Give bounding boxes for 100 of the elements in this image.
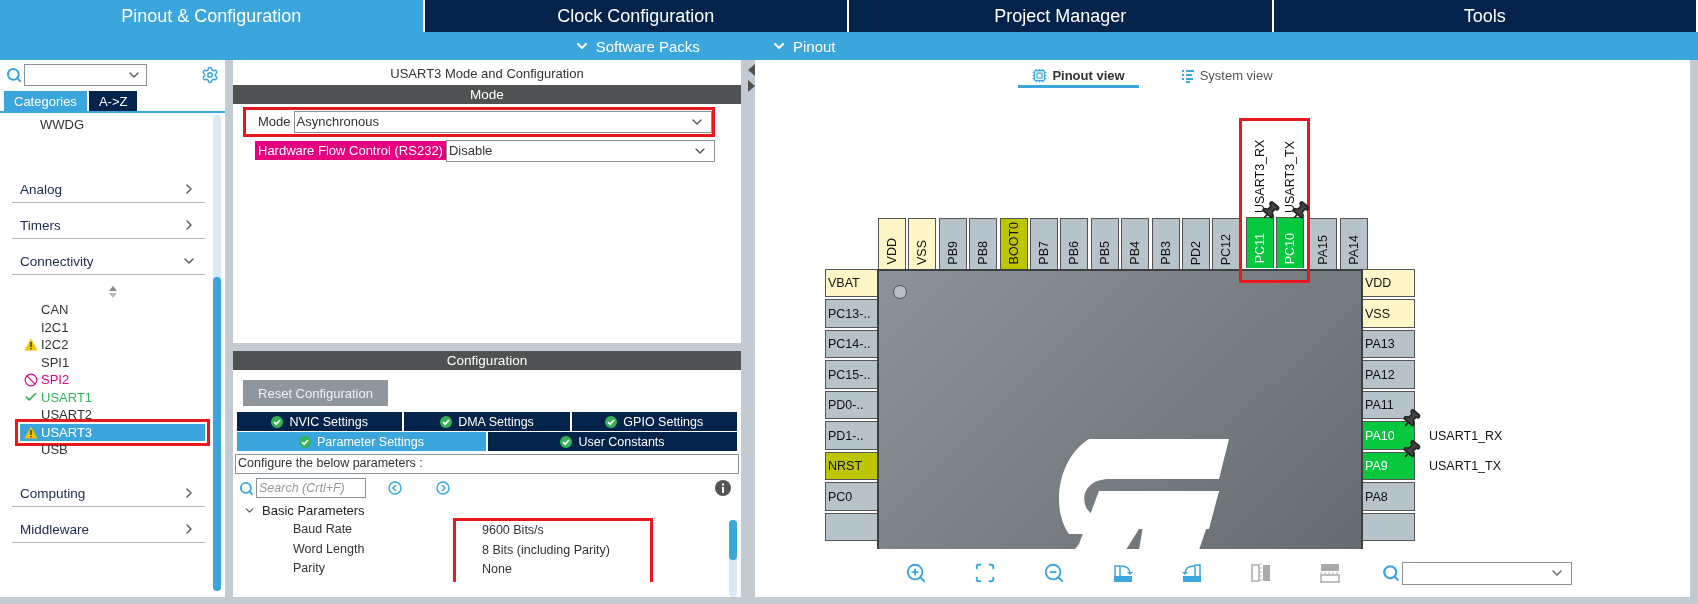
pin[interactable]: PB8 <box>969 217 998 269</box>
sort-icon[interactable] <box>107 285 118 299</box>
search-combobox[interactable] <box>1402 561 1572 585</box>
pin[interactable]: PC0 <box>825 482 877 511</box>
pin[interactable]: PB6 <box>1060 217 1089 269</box>
mode-select[interactable]: Disable <box>445 139 715 162</box>
category-label: Middleware <box>20 521 90 537</box>
pin[interactable]: PC13-.. <box>825 299 877 328</box>
pin[interactable]: BOOT0 <box>999 217 1028 269</box>
collapse-arrow-icon[interactable] <box>748 80 755 92</box>
settings-tab[interactable]: User Constants <box>488 432 737 451</box>
flip-horizontal-icon <box>1250 562 1272 585</box>
peripheral-item[interactable]: USB <box>20 441 205 459</box>
peripheral-item[interactable]: I2C1 <box>20 318 205 336</box>
category-row[interactable]: Computing <box>12 470 205 507</box>
settings-tab[interactable]: DMA Settings <box>404 412 570 431</box>
main-tab[interactable]: Project Manager <box>849 0 1274 32</box>
pin[interactable]: VBAT <box>825 268 877 298</box>
category-row[interactable]: Middleware <box>12 506 205 543</box>
group-label: Basic Parameters <box>262 502 365 518</box>
pin[interactable]: PB9 <box>938 217 967 269</box>
pin[interactable]: PB5 <box>1090 217 1119 269</box>
pin[interactable]: VDD <box>878 217 906 269</box>
pin[interactable]: PA13 <box>1363 329 1415 359</box>
pin[interactable]: PA15 <box>1309 217 1338 269</box>
grid-icon <box>1180 68 1195 83</box>
parameter-value[interactable]: 8 Bits (including Parity) <box>482 540 610 560</box>
info-icon[interactable] <box>715 480 731 496</box>
pin[interactable]: VDD <box>1363 268 1415 298</box>
pin[interactable]: PA8 <box>1363 482 1415 511</box>
collapse-arrow-icon[interactable] <box>748 64 755 76</box>
signal-label: USART3_TX <box>1283 139 1298 213</box>
sidebar-item[interactable]: WWDG <box>12 113 205 167</box>
peripheral-item[interactable]: SPI2 <box>20 371 205 389</box>
parameter-name: Parity <box>293 560 326 577</box>
category-label: Computing <box>20 485 86 501</box>
pin[interactable]: PB7 <box>1029 217 1058 269</box>
peripheral-item[interactable]: CAN <box>20 301 205 319</box>
scrollbar[interactable] <box>729 520 737 597</box>
view-tab[interactable]: Pinout view <box>1018 66 1139 88</box>
peripheral-item[interactable]: SPI1 <box>20 353 205 371</box>
peripheral-item[interactable]: I2C2 <box>20 336 205 354</box>
pin-one-marker <box>893 284 907 299</box>
pin[interactable]: PD1-.. <box>825 421 877 450</box>
pin[interactable]: PA14 <box>1339 217 1368 269</box>
parameter-value[interactable]: 9600 Bits/s <box>482 521 610 541</box>
search-field[interactable]: Search (Crtl+F) <box>256 478 366 498</box>
category-row[interactable]: Timers <box>12 203 205 239</box>
check-circle-icon <box>560 435 573 448</box>
pin[interactable]: NRST <box>825 451 877 481</box>
settings-icon[interactable] <box>201 66 219 84</box>
pin[interactable]: PB3 <box>1151 217 1180 269</box>
pin[interactable]: PD0-.. <box>825 390 877 420</box>
main-tab[interactable]: Tools <box>1273 0 1698 32</box>
pin[interactable]: PD2 <box>1181 217 1210 269</box>
zoom-out-icon <box>1043 562 1065 585</box>
mode-select[interactable]: Asynchronous <box>293 110 712 133</box>
pin[interactable]: PC14-.. <box>825 329 877 359</box>
next-icon[interactable] <box>436 481 450 495</box>
check-circle-icon <box>440 415 453 428</box>
tree-group[interactable]: Basic Parameters <box>243 500 729 520</box>
rotate-right-icon <box>1112 562 1134 585</box>
parameter-value[interactable]: None <box>482 560 610 580</box>
signal-label: USART3_RX <box>1252 138 1267 213</box>
pin[interactable] <box>825 512 877 542</box>
pin[interactable]: VSS <box>908 217 937 269</box>
signal-label: USART1_TX <box>1429 459 1501 474</box>
toolbar-button[interactable] <box>905 562 927 585</box>
view-tab[interactable]: System view <box>1166 66 1287 88</box>
pin[interactable]: PA12 <box>1363 360 1415 389</box>
parameter-name: Word Length <box>293 540 366 558</box>
search-icon <box>1382 564 1400 583</box>
peripheral-item[interactable]: USART2 <box>20 406 205 424</box>
category-label: Analog <box>20 182 63 197</box>
search-combobox[interactable] <box>24 64 147 86</box>
sidebar-tab[interactable]: A->Z <box>88 91 138 111</box>
chip-icon <box>1032 68 1048 83</box>
pin[interactable]: PB4 <box>1121 217 1150 269</box>
toolbar-button[interactable] <box>1181 562 1203 585</box>
parameter-name: Baud Rate <box>293 521 354 538</box>
search-icon <box>6 67 22 83</box>
scrollbar[interactable] <box>213 115 221 591</box>
pin[interactable]: PC15-.. <box>825 360 877 389</box>
category-row[interactable]: Connectivity <box>12 239 205 275</box>
settings-tab[interactable]: GPIO Settings <box>571 412 737 431</box>
fit-icon <box>974 562 996 585</box>
pin[interactable]: PC12 <box>1212 217 1241 269</box>
toolbar-button[interactable] <box>1043 562 1065 585</box>
toolbar-button[interactable] <box>1112 562 1134 585</box>
section-header: Mode <box>233 85 741 104</box>
toolbar-button[interactable] <box>974 562 996 585</box>
settings-tab[interactable]: NVIC Settings <box>237 412 403 431</box>
pin[interactable] <box>1363 512 1415 542</box>
main-tab[interactable]: Clock Configuration <box>424 0 849 32</box>
pin[interactable]: VSS <box>1363 299 1415 328</box>
previous-icon[interactable] <box>388 481 402 495</box>
panel-title: USART3 Mode and Configuration <box>389 65 585 83</box>
category-row[interactable]: Analog <box>12 167 205 203</box>
flip-vertical-icon <box>1319 562 1341 585</box>
pin[interactable]: PA11 <box>1363 390 1415 420</box>
